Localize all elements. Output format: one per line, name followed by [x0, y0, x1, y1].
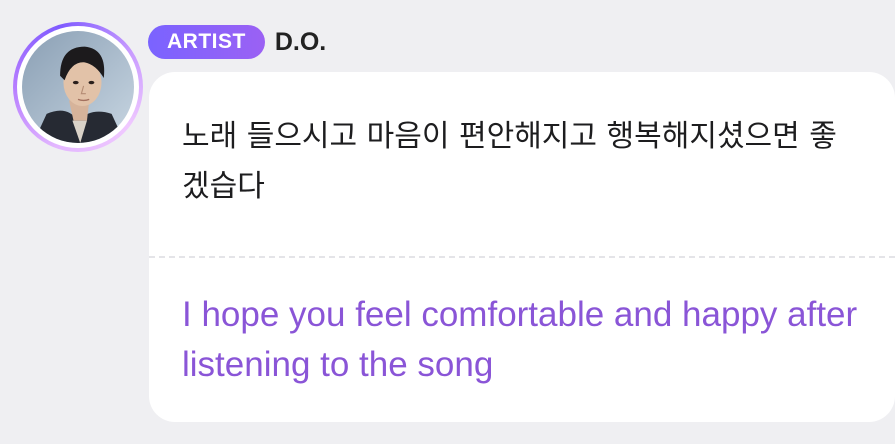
author-name[interactable]: D.O. — [275, 28, 326, 57]
post-header: ARTIST D.O. — [148, 24, 326, 60]
artist-badge: ARTIST — [148, 25, 265, 59]
avatar-photo — [22, 31, 134, 143]
message-bubble[interactable]: 노래 들으시고 마음이 편안해지고 행복해지셨으면 좋겠습다 I hope yo… — [149, 72, 895, 422]
avatar-frame — [17, 26, 139, 148]
translated-message-text: I hope you feel comfortable and happy af… — [182, 295, 858, 384]
avatar[interactable] — [13, 22, 143, 152]
translation-divider — [149, 256, 895, 258]
avatar-photo-icon — [22, 31, 134, 143]
original-message-text: 노래 들으시고 마음이 편안해지고 행복해지셨으면 좋겠습다 — [182, 119, 837, 204]
